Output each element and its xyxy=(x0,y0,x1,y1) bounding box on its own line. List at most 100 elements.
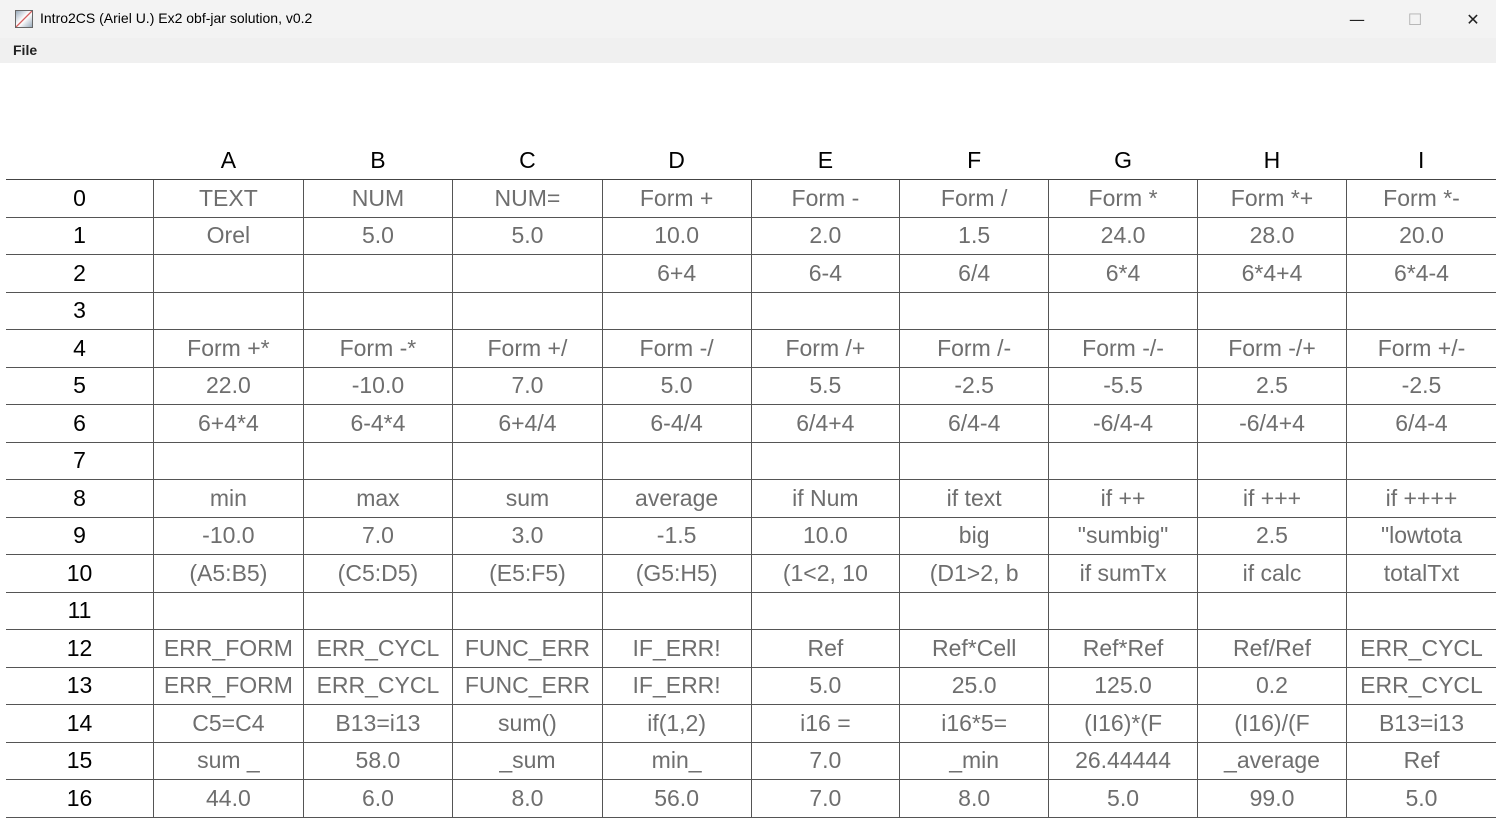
cell-g5[interactable]: -5.5 xyxy=(1048,367,1198,405)
cell-a9[interactable]: -10.0 xyxy=(153,517,304,555)
cell-a7[interactable] xyxy=(153,442,304,480)
cell-f15[interactable]: _min xyxy=(899,742,1049,780)
cell-b6[interactable]: 6-4*4 xyxy=(302,404,453,443)
cell-e1[interactable]: 2.0 xyxy=(750,217,900,255)
cell-i13[interactable]: ERR_CYCL xyxy=(1345,667,1496,705)
cell-d6[interactable]: 6-4/4 xyxy=(601,404,751,443)
cell-h4[interactable]: Form -/+ xyxy=(1197,329,1347,368)
cell-a5[interactable]: 22.0 xyxy=(153,367,304,405)
cell-b11[interactable] xyxy=(302,592,453,630)
cell-i14[interactable]: B13=i13 xyxy=(1345,704,1496,743)
cell-c13[interactable]: FUNC_ERR xyxy=(452,667,603,705)
cell-h6[interactable]: -6/4+4 xyxy=(1197,404,1347,443)
close-button[interactable]: ✕ xyxy=(1444,0,1496,38)
cell-a0[interactable]: TEXT xyxy=(153,179,304,218)
cell-g10[interactable]: if sumTx xyxy=(1048,554,1198,593)
cell-d3[interactable] xyxy=(601,292,751,330)
cell-c1[interactable]: 5.0 xyxy=(452,217,603,255)
cell-c12[interactable]: FUNC_ERR xyxy=(452,629,603,668)
cell-d10[interactable]: (G5:H5) xyxy=(601,554,751,593)
cell-d0[interactable]: Form + xyxy=(601,179,751,218)
cell-a12[interactable]: ERR_FORM xyxy=(153,629,304,668)
cell-d4[interactable]: Form -/ xyxy=(601,329,751,368)
cell-g6[interactable]: -6/4-4 xyxy=(1048,404,1198,443)
cell-c5[interactable]: 7.0 xyxy=(452,367,603,405)
cell-e12[interactable]: Ref xyxy=(750,629,900,668)
cell-f13[interactable]: 25.0 xyxy=(899,667,1049,705)
cell-f3[interactable] xyxy=(899,292,1049,330)
cell-i16[interactable]: 5.0 xyxy=(1345,779,1496,818)
cell-f16[interactable]: 8.0 xyxy=(899,779,1049,818)
cell-i8[interactable]: if ++++ xyxy=(1345,479,1496,518)
cell-i5[interactable]: -2.5 xyxy=(1345,367,1496,405)
cell-e4[interactable]: Form /+ xyxy=(750,329,900,368)
cell-f7[interactable] xyxy=(899,442,1049,480)
cell-e2[interactable]: 6-4 xyxy=(750,254,900,293)
cell-h14[interactable]: (I16)/(F xyxy=(1197,704,1347,743)
cell-g7[interactable] xyxy=(1048,442,1198,480)
cell-f6[interactable]: 6/4-4 xyxy=(899,404,1049,443)
cell-h10[interactable]: if calc xyxy=(1197,554,1347,593)
cell-e10[interactable]: (1<2, 10 xyxy=(750,554,900,593)
cell-f1[interactable]: 1.5 xyxy=(899,217,1049,255)
cell-i9[interactable]: "lowtota xyxy=(1345,517,1496,555)
cell-b2[interactable] xyxy=(302,254,453,293)
cell-f0[interactable]: Form / xyxy=(899,179,1049,218)
cell-e0[interactable]: Form - xyxy=(750,179,900,218)
cell-a4[interactable]: Form +* xyxy=(153,329,304,368)
cell-e9[interactable]: 10.0 xyxy=(750,517,900,555)
cell-c4[interactable]: Form +/ xyxy=(452,329,603,368)
cell-g9[interactable]: "sumbig" xyxy=(1048,517,1198,555)
cell-a13[interactable]: ERR_FORM xyxy=(153,667,304,705)
cell-a8[interactable]: min xyxy=(153,479,304,518)
cell-c16[interactable]: 8.0 xyxy=(452,779,603,818)
cell-i11[interactable] xyxy=(1345,592,1496,630)
cell-a10[interactable]: (A5:B5) xyxy=(153,554,304,593)
cell-b8[interactable]: max xyxy=(302,479,453,518)
cell-b14[interactable]: B13=i13 xyxy=(302,704,453,743)
file-menu[interactable]: File xyxy=(13,42,37,58)
cell-b16[interactable]: 6.0 xyxy=(302,779,453,818)
cell-h16[interactable]: 99.0 xyxy=(1197,779,1347,818)
cell-b12[interactable]: ERR_CYCL xyxy=(302,629,453,668)
cell-b13[interactable]: ERR_CYCL xyxy=(302,667,453,705)
cell-d8[interactable]: average xyxy=(601,479,751,518)
cell-g0[interactable]: Form * xyxy=(1048,179,1198,218)
cell-a2[interactable] xyxy=(153,254,304,293)
cell-h15[interactable]: _average xyxy=(1197,742,1347,780)
cell-h12[interactable]: Ref/Ref xyxy=(1197,629,1347,668)
cell-b15[interactable]: 58.0 xyxy=(302,742,453,780)
cell-f8[interactable]: if text xyxy=(899,479,1049,518)
cell-c0[interactable]: NUM= xyxy=(452,179,603,218)
cell-c9[interactable]: 3.0 xyxy=(452,517,603,555)
cell-c11[interactable] xyxy=(452,592,603,630)
cell-b3[interactable] xyxy=(302,292,453,330)
cell-i6[interactable]: 6/4-4 xyxy=(1345,404,1496,443)
cell-d15[interactable]: min_ xyxy=(601,742,751,780)
cell-h5[interactable]: 2.5 xyxy=(1197,367,1347,405)
maximize-button[interactable]: ☐ xyxy=(1386,0,1444,38)
cell-c2[interactable] xyxy=(452,254,603,293)
cell-a1[interactable]: Orel xyxy=(153,217,304,255)
cell-i4[interactable]: Form +/- xyxy=(1345,329,1496,368)
cell-d12[interactable]: IF_ERR! xyxy=(601,629,751,668)
cell-h3[interactable] xyxy=(1197,292,1347,330)
cell-h11[interactable] xyxy=(1197,592,1347,630)
cell-c10[interactable]: (E5:F5) xyxy=(452,554,603,593)
cell-f4[interactable]: Form /- xyxy=(899,329,1049,368)
cell-g1[interactable]: 24.0 xyxy=(1048,217,1198,255)
cell-c3[interactable] xyxy=(452,292,603,330)
cell-d2[interactable]: 6+4 xyxy=(601,254,751,293)
cell-h13[interactable]: 0.2 xyxy=(1197,667,1347,705)
cell-e13[interactable]: 5.0 xyxy=(750,667,900,705)
cell-f10[interactable]: (D1>2, b xyxy=(899,554,1049,593)
cell-g3[interactable] xyxy=(1048,292,1198,330)
cell-g12[interactable]: Ref*Ref xyxy=(1048,629,1198,668)
cell-i3[interactable] xyxy=(1345,292,1496,330)
cell-a11[interactable] xyxy=(153,592,304,630)
cell-f14[interactable]: i16*5= xyxy=(899,704,1049,743)
cell-e11[interactable] xyxy=(750,592,900,630)
cell-h2[interactable]: 6*4+4 xyxy=(1197,254,1347,293)
cell-b1[interactable]: 5.0 xyxy=(302,217,453,255)
cell-d9[interactable]: -1.5 xyxy=(601,517,751,555)
